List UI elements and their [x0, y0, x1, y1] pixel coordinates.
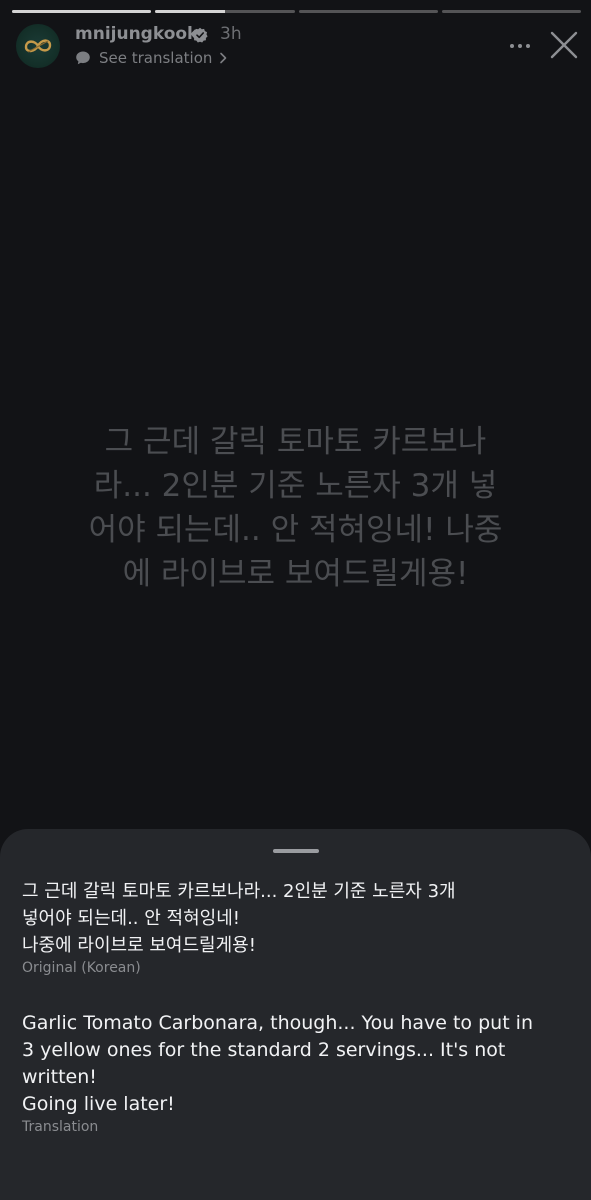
close-icon[interactable] — [549, 30, 579, 60]
see-translation-label: See translation — [99, 49, 213, 67]
story-progress-bar — [12, 10, 581, 13]
story-viewer[interactable]: mnijungkook 3h See translation 그 근데 갈릭 토… — [0, 0, 591, 1200]
story-header: mnijungkook 3h See translation — [16, 24, 579, 68]
translated-text: Garlic Tomato Carbonara, though... You h… — [22, 1012, 534, 1115]
infinity-logo-icon — [24, 39, 52, 53]
original-text: 그 근데 갈릭 토마토 카르보나라... 2인분 기준 노른자 3개 넣어야 되… — [22, 881, 456, 956]
avatar[interactable] — [16, 24, 60, 68]
translation-bubble-icon — [76, 51, 90, 65]
progress-segment — [441, 10, 581, 13]
progress-segment — [298, 10, 438, 13]
story-caption: 그 근데 갈릭 토마토 카르보나라... 2인분 기준 노른자 3개 넣어야 되… — [88, 424, 503, 592]
more-dots-icon[interactable] — [500, 34, 540, 58]
sheet-drag-handle[interactable] — [273, 849, 319, 853]
progress-segment — [12, 10, 152, 13]
translation-sheet: 그 근데 갈릭 토마토 카르보나라... 2인분 기준 노른자 3개 넣어야 되… — [0, 829, 591, 1200]
original-language-label: Original (Korean) — [22, 960, 141, 976]
see-translation-link[interactable]: See translation — [75, 48, 228, 68]
verified-badge-icon — [192, 27, 208, 43]
username[interactable]: mnijungkook — [75, 24, 198, 44]
chevron-right-icon — [220, 52, 227, 64]
translation-label: Translation — [22, 1119, 99, 1135]
progress-segment — [155, 10, 295, 13]
post-time: 3h — [220, 24, 242, 44]
